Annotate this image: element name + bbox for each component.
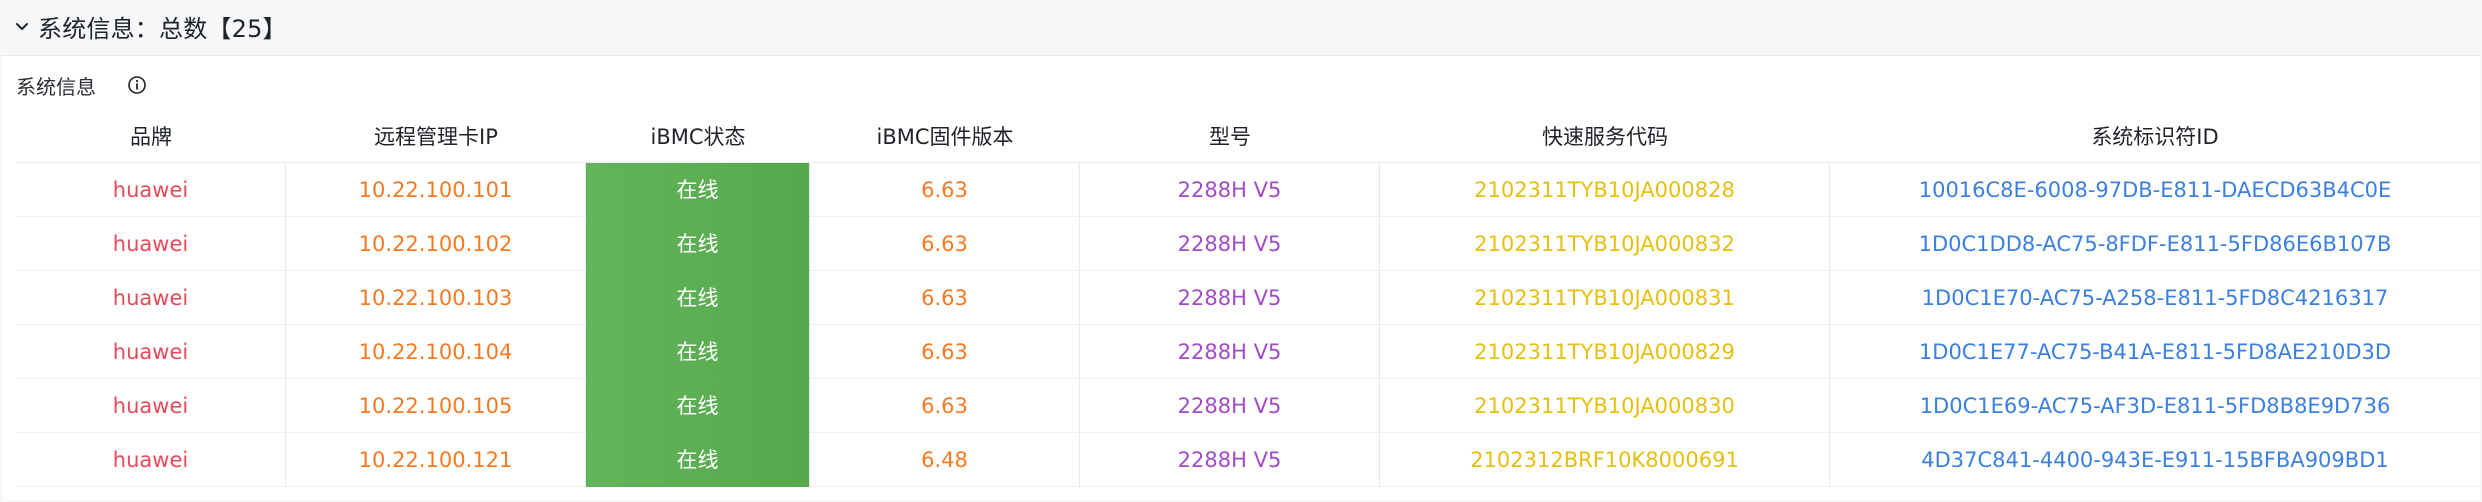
ip-cell: 10.22.100.105: [286, 378, 586, 433]
service-code-cell: 2102311TYB10JA000830: [1380, 378, 1830, 433]
column-header-firmware: iBMC固件版本: [876, 124, 1014, 149]
service-code-cell: 2102311TYB10JA000828: [1380, 162, 1830, 217]
ip-cell: 10.22.100.102: [286, 216, 586, 271]
service-code-cell: 2102311TYB10JA000831: [1380, 270, 1830, 325]
brand-cell: huawei: [16, 324, 286, 379]
panel-title-row: 系统信息: [16, 68, 148, 102]
firmware-cell: 6.63: [810, 270, 1080, 325]
ibmc-status-cell: 在线: [586, 162, 810, 217]
panel-title: 系统信息: [16, 74, 96, 99]
service-code-cell: 2102311TYB10JA000829: [1380, 324, 1830, 379]
table-row: huawei 10.22.100.104 在线 6.63 2288H V5 21…: [16, 324, 2480, 379]
model-cell: 2288H V5: [1080, 162, 1380, 217]
column-header-ip: 远程管理卡IP: [374, 124, 498, 149]
table-row: huawei 10.22.100.101 在线 6.63 2288H V5 21…: [16, 162, 2480, 217]
brand-cell: huawei: [16, 270, 286, 325]
system-id-cell: 1D0C1DD8-AC75-8FDF-E811-5FD86E6B107B: [1918, 231, 2392, 256]
firmware-cell: 6.63: [810, 324, 1080, 379]
brand-cell: huawei: [16, 162, 286, 217]
ibmc-status-cell: 在线: [586, 270, 810, 325]
table-row: huawei 10.22.100.102 在线 6.63 2288H V5 21…: [16, 216, 2480, 271]
brand-cell: huawei: [16, 378, 286, 433]
column-header-service-code: 快速服务代码: [1542, 124, 1668, 149]
section-title: 系统信息：总数【25】: [38, 14, 287, 43]
table-row: huawei 10.22.100.121 在线 6.48 2288H V5 21…: [16, 432, 2480, 487]
chevron-down-icon[interactable]: [10, 14, 34, 38]
firmware-cell: 6.63: [810, 162, 1080, 217]
ibmc-status-cell: 在线: [586, 432, 810, 487]
column-header-ibmc-status: iBMC状态: [650, 124, 746, 149]
model-cell: 2288H V5: [1080, 216, 1380, 271]
ip-cell: 10.22.100.104: [286, 324, 586, 379]
ibmc-status-cell: 在线: [586, 378, 810, 433]
table-row: huawei 10.22.100.105 在线 6.63 2288H V5 21…: [16, 378, 2480, 433]
info-icon[interactable]: [126, 74, 148, 96]
brand-cell: huawei: [16, 432, 286, 487]
firmware-cell: 6.63: [810, 378, 1080, 433]
column-header-brand: 品牌: [130, 124, 172, 149]
ip-cell: 10.22.100.101: [286, 162, 586, 217]
system-id-cell: 4D37C841-4400-943E-E911-15BFBA909BD1: [1921, 447, 2389, 472]
model-cell: 2288H V5: [1080, 432, 1380, 487]
column-header-system-id: 系统标识符ID: [2091, 124, 2219, 149]
model-cell: 2288H V5: [1080, 378, 1380, 433]
ip-cell: 10.22.100.103: [286, 270, 586, 325]
model-cell: 2288H V5: [1080, 324, 1380, 379]
system-id-cell: 1D0C1E69-AC75-AF3D-E811-5FD8B8E9D736: [1919, 393, 2391, 418]
column-header-model: 型号: [1209, 124, 1251, 149]
ibmc-status-cell: 在线: [586, 216, 810, 271]
system-id-cell: 1D0C1E77-AC75-B41A-E811-5FD8AE210D3D: [1918, 339, 2392, 364]
ibmc-status-cell: 在线: [586, 324, 810, 379]
system-id-cell: 1D0C1E70-AC75-A258-E811-5FD8C4216317: [1921, 285, 2389, 310]
ip-cell: 10.22.100.121: [286, 432, 586, 487]
firmware-cell: 6.63: [810, 216, 1080, 271]
system-info-panel: 系统信息 品牌 远程管理卡IP iBMC状态 iBMC固件版本 型号 快速服务代…: [2, 55, 2480, 500]
firmware-cell: 6.48: [810, 432, 1080, 487]
service-code-cell: 2102312BRF10K8000691: [1380, 432, 1830, 487]
table-row: huawei 10.22.100.103 在线 6.63 2288H V5 21…: [16, 270, 2480, 325]
system-info-table: 品牌 远程管理卡IP iBMC状态 iBMC固件版本 型号 快速服务代码 系统标…: [16, 112, 2480, 487]
model-cell: 2288H V5: [1080, 270, 1380, 325]
section-toggle-header[interactable]: 系统信息：总数【25】: [0, 0, 2482, 52]
brand-cell: huawei: [16, 216, 286, 271]
service-code-cell: 2102311TYB10JA000832: [1380, 216, 1830, 271]
system-id-cell: 10016C8E-6008-97DB-E811-DAECD63B4C0E: [1918, 177, 2392, 202]
table-header: 品牌 远程管理卡IP iBMC状态 iBMC固件版本 型号 快速服务代码 系统标…: [16, 112, 2480, 163]
